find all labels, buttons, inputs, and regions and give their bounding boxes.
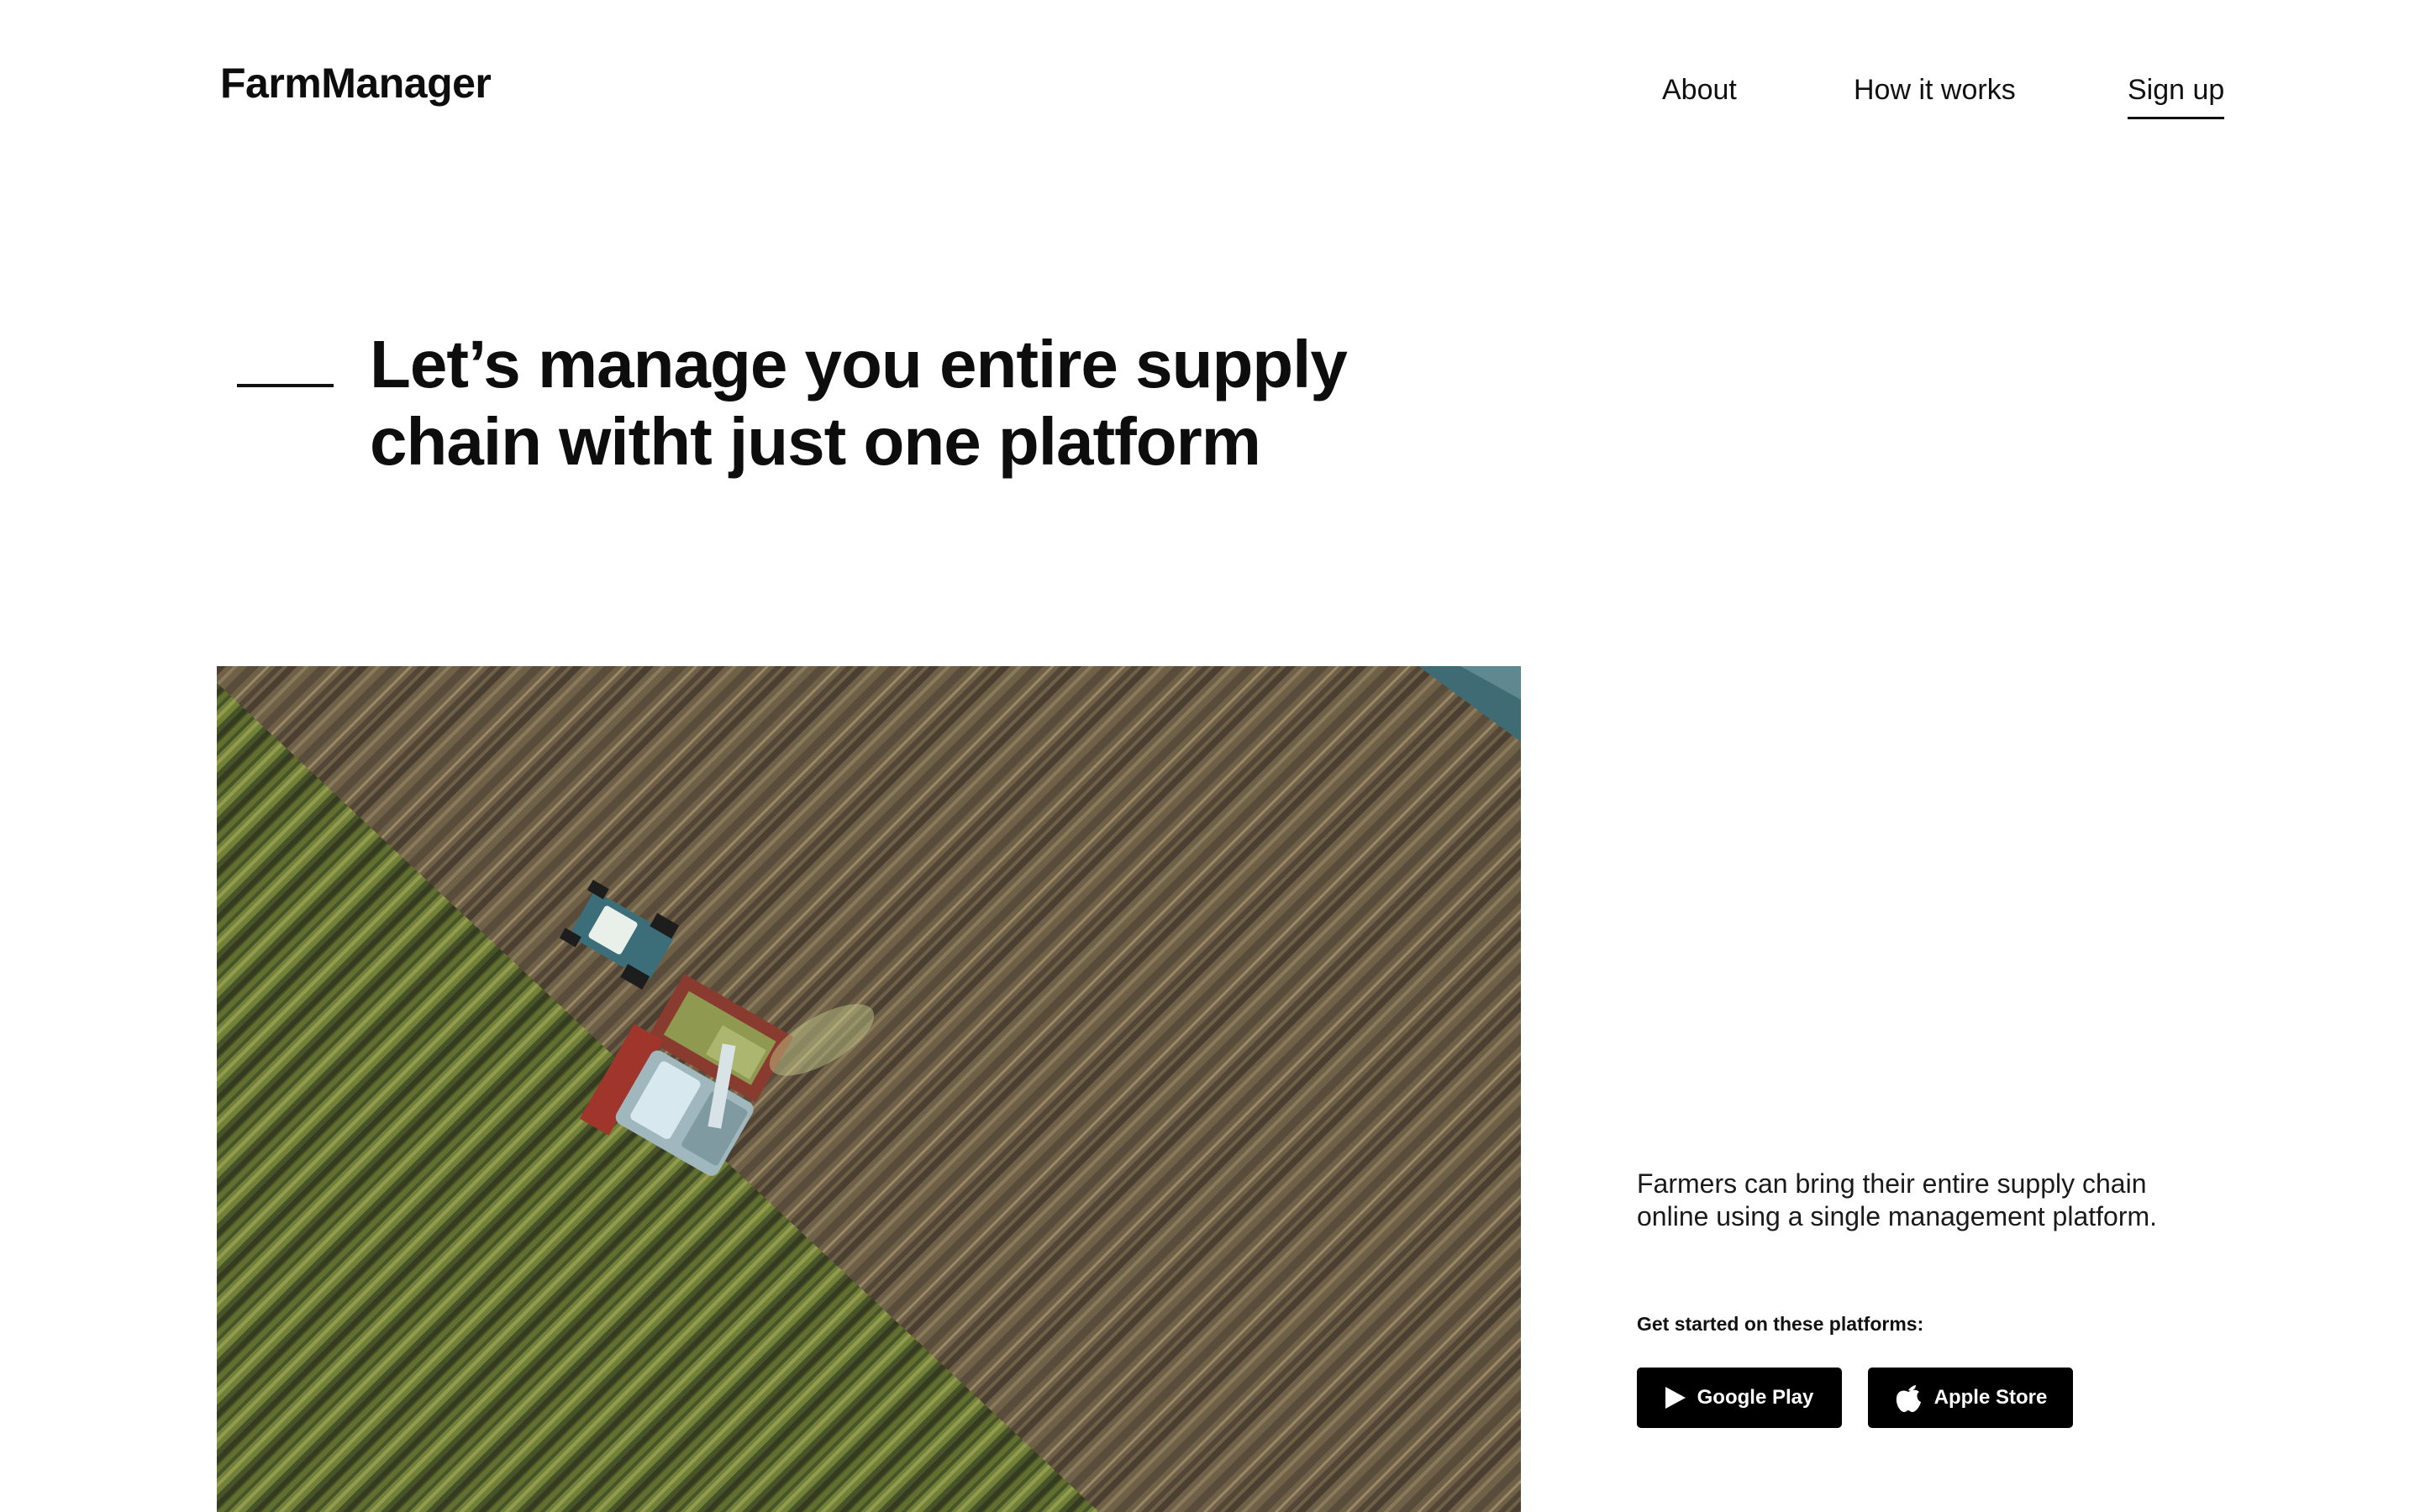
apple-store-label: Apple Store bbox=[1933, 1386, 2048, 1409]
hero-title: Let’s manage you entire supply chain wit… bbox=[370, 326, 1378, 480]
landing-page: FarmManager About How it works Sign up L… bbox=[0, 0, 2420, 1512]
nav-sign-up-link[interactable]: Sign up bbox=[2128, 74, 2225, 119]
description-line-1: Farmers can bring their entire supply ch… bbox=[1637, 1168, 2147, 1199]
logo[interactable]: FarmManager bbox=[220, 59, 492, 108]
apple-icon bbox=[1894, 1382, 1923, 1414]
play-triangle-icon bbox=[1665, 1387, 1686, 1409]
hero-divider-dash bbox=[237, 384, 334, 387]
google-play-button[interactable]: Google Play bbox=[1637, 1368, 1842, 1428]
description-line-2: online using a single management platfor… bbox=[1637, 1201, 2158, 1231]
hero-field-image bbox=[217, 666, 1521, 1512]
hero-description: Farmers can bring their entire supply ch… bbox=[1637, 1168, 2208, 1233]
nav-how-it-works-link[interactable]: How it works bbox=[1854, 74, 2016, 107]
nav-about-link[interactable]: About bbox=[1662, 74, 1737, 107]
hero-title-line-1: Let’s manage you entire supply bbox=[370, 327, 1348, 402]
hero-title-line-2: chain witht just one platform bbox=[370, 404, 1261, 479]
platforms-label: Get started on these platforms: bbox=[1637, 1313, 1924, 1335]
apple-store-button[interactable]: Apple Store bbox=[1868, 1368, 2073, 1428]
google-play-label: Google Play bbox=[1697, 1386, 1814, 1409]
